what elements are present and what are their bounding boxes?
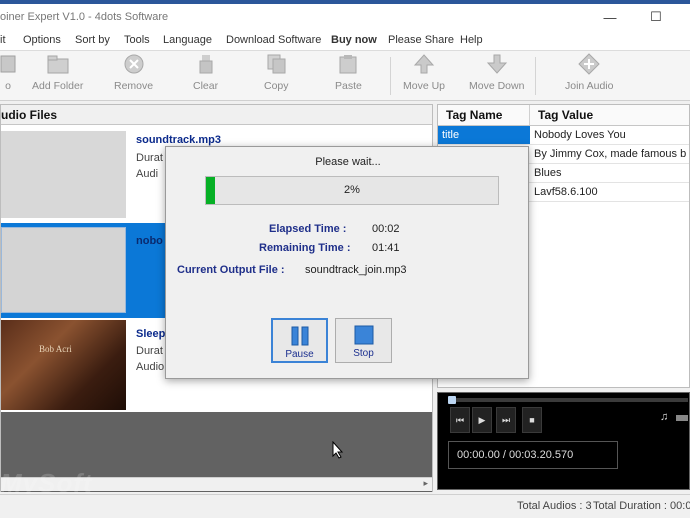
seek-knob[interactable]	[448, 396, 456, 404]
move-up-button[interactable]: Move Up	[403, 53, 445, 92]
file-name: nobo	[136, 235, 163, 247]
remove-label: Remove	[114, 80, 154, 92]
tag-key: title	[438, 126, 530, 144]
album-art-text: Bob Acri	[39, 344, 72, 354]
tag-value: Lavf58.6.100	[534, 186, 598, 198]
toolbar-separator	[535, 57, 536, 95]
file-name: Sleep	[136, 328, 166, 340]
join-icon	[577, 53, 601, 75]
move-down-button[interactable]: Move Down	[469, 53, 524, 92]
tag-name-column-header[interactable]: Tag Name	[438, 105, 530, 125]
please-wait-message: Please wait...	[315, 156, 381, 168]
pause-button[interactable]: Pause	[271, 318, 328, 363]
menu-bar: it Options Sort by Tools Language Downlo…	[0, 30, 690, 51]
move-down-label: Move Down	[469, 80, 525, 92]
menu-language[interactable]: Language	[163, 34, 212, 46]
tag-row[interactable]: title Nobody Loves You	[438, 126, 689, 145]
speaker-icon: ♫	[660, 411, 669, 423]
add-file-icon	[0, 53, 20, 75]
clear-button[interactable]: Clear	[193, 53, 218, 92]
join-audio-label: Join Audio	[565, 80, 614, 92]
stop-label: Stop	[353, 348, 374, 359]
tag-value: Blues	[534, 167, 562, 179]
previous-button[interactable]: ⏮	[450, 407, 470, 433]
copy-label: Copy	[264, 80, 289, 92]
progress-bar: 2%	[205, 176, 499, 205]
scroll-right-arrow[interactable]: ▸	[423, 478, 428, 489]
menu-help[interactable]: Help	[460, 34, 483, 46]
menu-download-software[interactable]: Download Software	[226, 34, 321, 46]
paste-button[interactable]: Paste	[335, 53, 362, 92]
output-file-value: soundtrack_join.mp3	[305, 264, 407, 276]
toolbar-separator	[390, 57, 391, 95]
status-bar: Total Audios : 3 Total Duration : 00:09	[0, 494, 690, 518]
elapsed-time-label: Elapsed Time :	[269, 223, 347, 235]
file-name: soundtrack.mp3	[136, 134, 221, 146]
volume-control[interactable]: ♫	[660, 409, 688, 429]
move-up-label: Move Up	[403, 80, 446, 92]
audio-files-header: udio Files	[1, 105, 432, 125]
stop-button[interactable]: ■	[522, 407, 542, 433]
file-thumbnail	[1, 227, 126, 313]
menu-sort-by[interactable]: Sort by	[75, 34, 110, 46]
stop-job-button[interactable]: Stop	[335, 318, 392, 363]
menu-buy-now[interactable]: Buy now	[331, 34, 377, 46]
toolbar: o Add Folder Remove Clear Copy Paste Mov…	[0, 51, 690, 101]
add-folder-button[interactable]: Add Folder	[32, 53, 83, 92]
clear-label: Clear	[193, 80, 219, 92]
copy-icon	[264, 53, 288, 75]
tag-value: By Jimmy Cox, made famous b	[534, 148, 687, 160]
progress-dialog: Please wait... 2% Elapsed Time : 00:02 R…	[165, 146, 529, 379]
mouse-cursor	[332, 440, 344, 462]
time-display: 00:00.00 / 00:03.20.570	[448, 441, 618, 469]
volume-slider[interactable]	[676, 415, 688, 421]
remaining-time-value: 01:41	[372, 242, 400, 254]
copy-button[interactable]: Copy	[264, 53, 289, 92]
add-folder-label: Add Folder	[32, 80, 84, 92]
stop-icon	[354, 325, 374, 345]
menu-options[interactable]: Options	[23, 34, 61, 46]
seek-bar[interactable]	[448, 396, 688, 404]
next-button[interactable]: ⏭	[496, 407, 516, 433]
remove-button[interactable]: Remove	[114, 53, 153, 92]
file-audio-info: Audi	[136, 168, 159, 180]
menu-edit[interactable]: it	[0, 34, 6, 46]
audio-player: ⏮ ▶ ⏭ ■ ♫ 00:00.00 / 00:03.20.570	[437, 392, 690, 490]
output-file-label: Current Output File :	[177, 264, 285, 276]
paste-icon	[336, 53, 360, 75]
folder-icon	[46, 53, 70, 75]
tags-header: Tag Name Tag Value	[438, 105, 689, 126]
total-audios: Total Audios : 3	[517, 500, 592, 512]
file-duration: Durat	[136, 345, 163, 357]
title-bar: oiner Expert V1.0 - 4dots Software — ☐	[0, 4, 690, 30]
arrow-up-icon	[412, 53, 436, 75]
add-file-label: o	[5, 80, 11, 92]
pause-label: Pause	[285, 349, 314, 360]
menu-tools[interactable]: Tools	[124, 34, 150, 46]
tag-value: Nobody Loves You	[534, 129, 626, 141]
minimize-button[interactable]: —	[590, 4, 630, 30]
clear-icon	[194, 53, 218, 75]
file-duration: Durat	[136, 152, 163, 164]
elapsed-time-value: 00:02	[372, 223, 400, 235]
file-thumbnail	[1, 131, 126, 218]
remaining-time-label: Remaining Time :	[259, 242, 351, 254]
play-button[interactable]: ▶	[472, 407, 492, 433]
arrow-down-icon	[485, 53, 509, 75]
tag-value-column-header[interactable]: Tag Value	[530, 105, 593, 125]
remove-icon	[122, 53, 146, 75]
paste-label: Paste	[335, 80, 362, 92]
total-duration: Total Duration : 00:09	[593, 500, 690, 512]
menu-please-share[interactable]: Please Share	[388, 34, 454, 46]
pause-icon	[290, 326, 310, 346]
progress-percent: 2%	[344, 184, 360, 196]
join-audio-button[interactable]: Join Audio	[565, 53, 613, 92]
add-file-button[interactable]: o	[0, 53, 20, 92]
window-title: oiner Expert V1.0 - 4dots Software	[0, 11, 169, 23]
album-art-thumbnail: Bob Acri	[1, 320, 126, 410]
maximize-button[interactable]: ☐	[636, 4, 676, 30]
file-audio-info: Audio	[136, 361, 165, 373]
